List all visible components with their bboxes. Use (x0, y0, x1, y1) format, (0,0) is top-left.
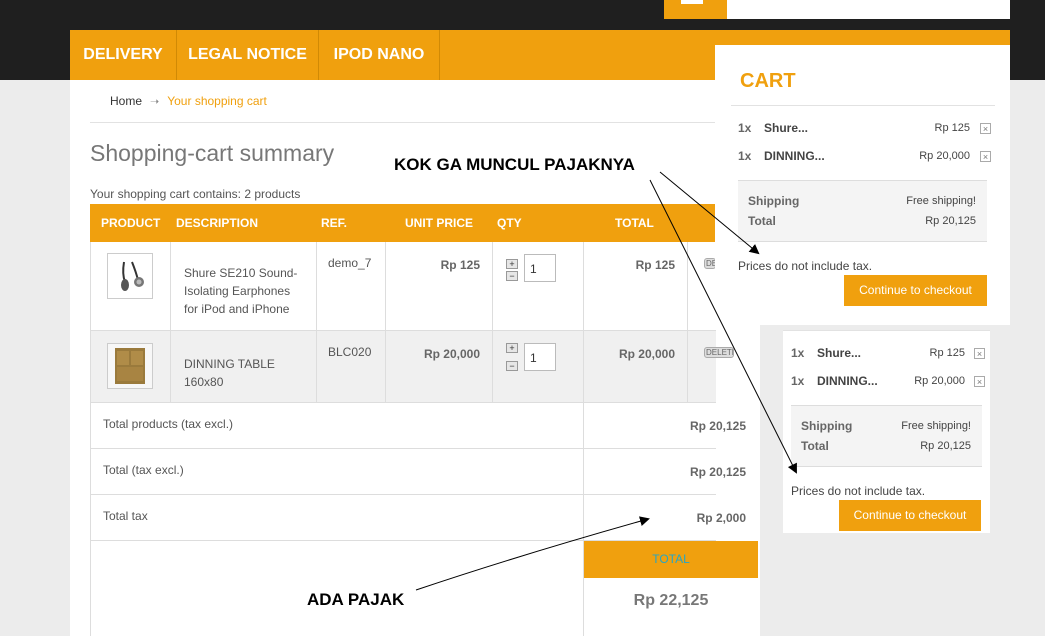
annotation-arrows (415, 171, 797, 591)
arrow-to-cart-tax-note (659, 171, 760, 255)
arrow-to-total-tax (415, 516, 650, 591)
